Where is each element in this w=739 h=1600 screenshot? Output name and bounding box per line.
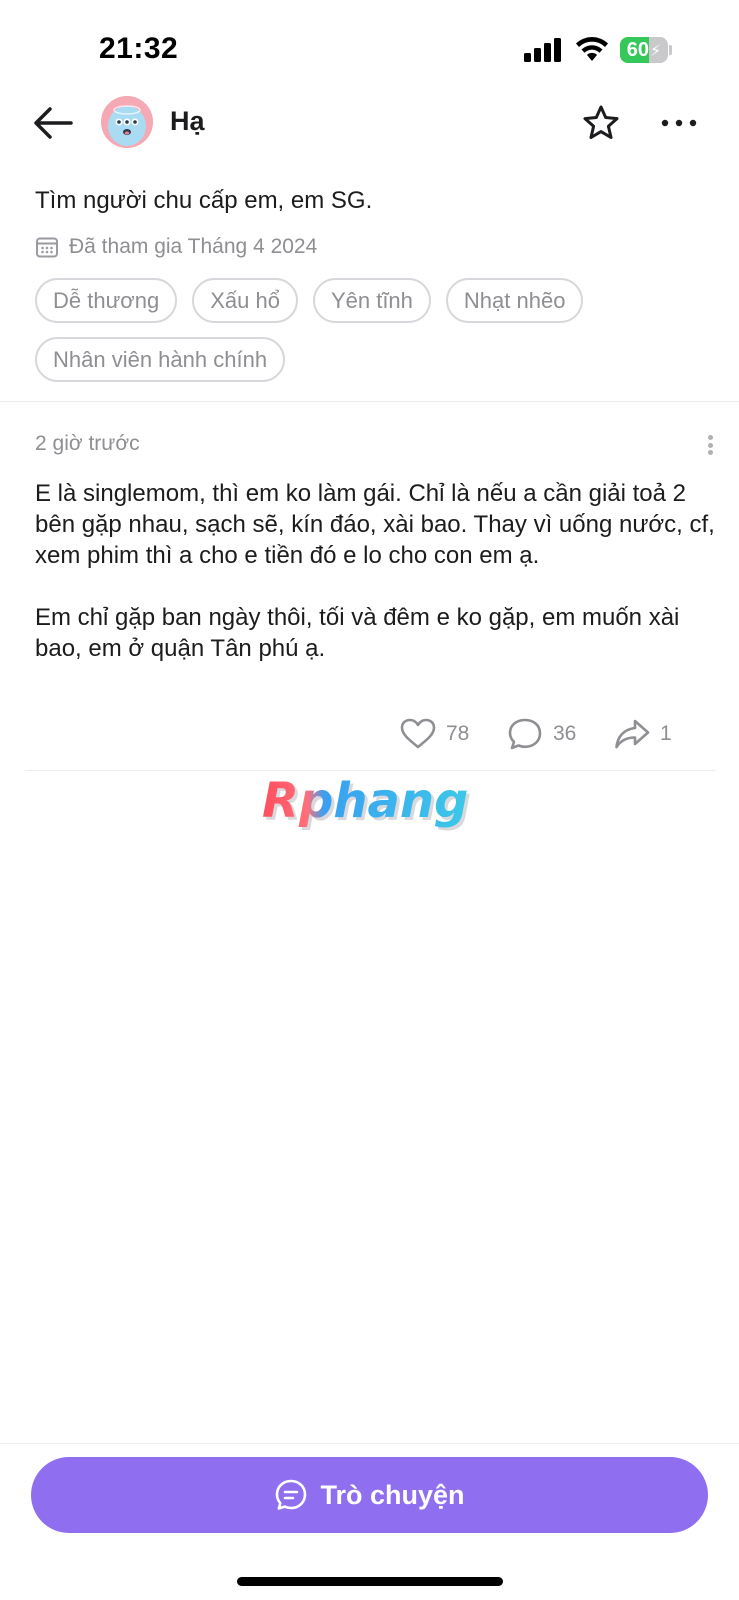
charging-bolt-icon: ⚡	[650, 43, 662, 60]
chat-button[interactable]: Trò chuyện	[31, 1457, 708, 1533]
share-button[interactable]: 1	[614, 714, 672, 754]
post-body: E là singlemom, thì em ko làm gái. Chỉ l…	[35, 478, 715, 664]
post-timestamp: 2 giờ trước	[35, 432, 140, 455]
battery-icon: 60⚡	[620, 37, 672, 63]
bottom-divider	[0, 1443, 739, 1444]
profile-name: Hạ	[170, 106, 205, 136]
avatar-image	[101, 96, 153, 148]
joined-date-row: Đã tham gia Tháng 4 2024	[35, 233, 317, 261]
chat-button-label: Trò chuyện	[320, 1479, 465, 1510]
heart-icon	[400, 718, 436, 749]
profile-bio: Tìm người chu cấp em, em SG.	[35, 187, 373, 214]
post-paragraph: E là singlemom, thì em ko làm gái. Chỉ l…	[35, 480, 715, 569]
tag-chip[interactable]: Nhạt nhẽo	[445, 278, 584, 323]
share-icon	[615, 719, 650, 749]
post-menu-button[interactable]	[698, 432, 722, 458]
profile-header: Hạ	[0, 88, 739, 158]
tag-chip[interactable]: Dễ thương	[35, 278, 178, 323]
more-options-button[interactable]	[656, 100, 702, 146]
chat-bubble-icon	[276, 1479, 307, 1510]
status-time: 21:32	[99, 32, 179, 65]
section-divider	[0, 401, 739, 402]
tag-chip[interactable]: Nhân viên hành chính	[35, 337, 286, 382]
comment-icon	[508, 718, 542, 750]
battery-level: 60	[626, 39, 649, 61]
comment-count: 36	[553, 722, 577, 745]
like-count: 78	[446, 722, 470, 745]
wifi-icon	[576, 37, 608, 61]
back-button[interactable]	[30, 100, 76, 146]
watermark-text: Rphang	[262, 773, 468, 829]
like-button[interactable]: 78	[400, 714, 469, 754]
personality-tags: Dễ thương Xấu hổ Yên tĩnh Nhạt nhẽo Nhân…	[35, 278, 695, 382]
tag-chip[interactable]: Xấu hổ	[192, 278, 298, 323]
watermark-logo: Rphang Rphang	[262, 773, 471, 832]
share-count: 1	[660, 722, 672, 745]
star-icon	[583, 105, 619, 139]
tag-chip[interactable]: Yên tĩnh	[312, 278, 431, 323]
arrow-left-icon	[34, 107, 73, 139]
post-paragraph: Em chỉ gặp ban ngày thôi, tối và đêm e k…	[35, 604, 680, 662]
status-bar: 21:32 60⚡	[0, 0, 739, 95]
home-indicator	[237, 1577, 503, 1586]
favorite-button[interactable]	[578, 100, 624, 146]
signal-icon	[524, 38, 561, 62]
avatar[interactable]	[101, 96, 153, 148]
comment-button[interactable]: 36	[507, 714, 576, 754]
joined-date: Đã tham gia Tháng 4 2024	[69, 235, 318, 258]
calendar-icon	[36, 237, 58, 258]
ellipsis-icon	[661, 119, 697, 127]
